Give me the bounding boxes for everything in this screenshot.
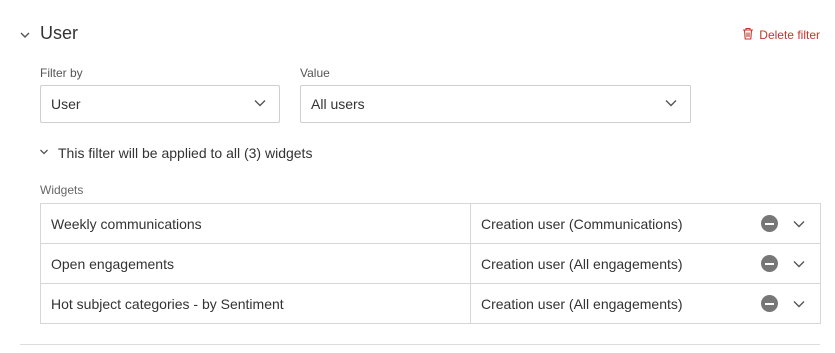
applied-widgets-toggle[interactable]: This filter will be applied to all (3) w… <box>38 145 312 161</box>
widget-field-cell: Creation user (Communications) <box>471 204 820 243</box>
value-select-value: All users <box>311 96 365 112</box>
applied-widgets-text: This filter will be applied to all (3) w… <box>58 145 313 161</box>
filter-by-select[interactable]: User <box>40 85 280 123</box>
filter-panel: User Delete filter Filter by User Value … <box>0 0 835 353</box>
collapse-chevron-icon[interactable] <box>18 28 32 42</box>
chevron-down-icon[interactable] <box>792 217 806 231</box>
widgets-table: Weekly communications Creation user (Com… <box>40 203 821 324</box>
remove-circle-icon[interactable] <box>761 215 778 232</box>
widget-name: Weekly communications <box>41 204 471 243</box>
widget-field-cell: Creation user (All engagements) <box>471 284 820 323</box>
table-row: Open engagements Creation user (All enga… <box>41 243 820 283</box>
table-row: Weekly communications Creation user (Com… <box>41 204 820 243</box>
filter-title: User <box>40 23 79 43</box>
widget-field-cell: Creation user (All engagements) <box>471 244 820 283</box>
filter-by-label: Filter by <box>40 66 83 80</box>
section-divider <box>20 344 820 345</box>
chevron-down-icon <box>38 145 50 161</box>
chevron-down-icon[interactable] <box>792 257 806 271</box>
value-label: Value <box>300 66 330 80</box>
filter-by-value: User <box>51 96 81 112</box>
widgets-label: Widgets <box>40 183 84 197</box>
chevron-down-icon <box>253 96 267 113</box>
table-row: Hot subject categories - by Sentiment Cr… <box>41 283 820 323</box>
widget-field: Creation user (All engagements) <box>481 255 683 272</box>
delete-filter-button[interactable]: Delete filter <box>742 27 820 43</box>
widget-name: Hot subject categories - by Sentiment <box>41 284 471 323</box>
remove-circle-icon[interactable] <box>761 295 778 312</box>
trash-icon <box>742 27 754 43</box>
remove-circle-icon[interactable] <box>761 255 778 272</box>
widget-name: Open engagements <box>41 244 471 283</box>
delete-filter-label: Delete filter <box>759 28 820 42</box>
value-select[interactable]: All users <box>300 85 691 123</box>
widget-field: Creation user (All engagements) <box>481 295 683 312</box>
chevron-down-icon <box>664 96 678 113</box>
widget-field: Creation user (Communications) <box>481 215 683 232</box>
chevron-down-icon[interactable] <box>792 297 806 311</box>
